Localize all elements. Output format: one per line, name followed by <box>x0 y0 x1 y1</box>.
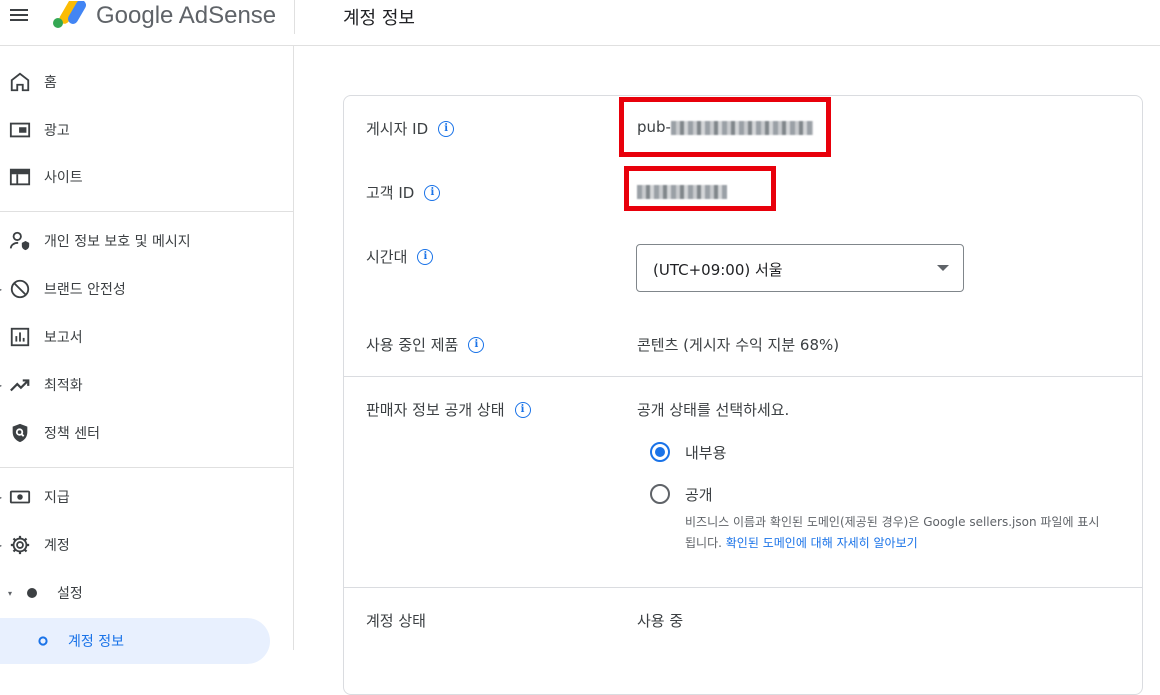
sidebar-item-label: 개인 정보 보호 및 메시지 <box>44 234 191 250</box>
gear-icon <box>8 533 32 557</box>
sidebar-divider <box>0 467 294 468</box>
sidebar-nav: 홈 광고 사이트 개인 정보 보호 및 메시지 ▸ 브랜드 안전성 보고서 ▸ … <box>0 46 294 664</box>
account-info-card: 게시자 ID i pub- 고객 ID i 시간대 i (UTC+09:00) … <box>343 95 1143 695</box>
sidebar-item-settings[interactable]: ▾ 설정 <box>0 573 294 613</box>
info-icon[interactable]: i <box>424 184 441 201</box>
app-name: Google AdSense <box>96 2 277 29</box>
adsense-logo[interactable]: Google AdSense <box>52 0 276 32</box>
radio-internal-label[interactable]: 내부용 <box>685 442 726 463</box>
status-row-label: 계정 상태 <box>366 610 426 631</box>
info-icon[interactable]: i <box>438 120 455 137</box>
learn-more-link[interactable]: 확인된 도메인에 대해 자세히 알아보기 <box>726 536 918 550</box>
sidebar-item-label: 광고 <box>44 123 70 139</box>
sidebar-item-reports[interactable]: 보고서 <box>0 317 294 357</box>
timezone-select[interactable]: (UTC+09:00) 서울 <box>636 244 964 292</box>
sidebar-item-label: 설정 <box>57 586 83 602</box>
payments-icon <box>8 485 32 509</box>
sidebar-item-label: 지급 <box>44 490 70 506</box>
privacy-person-icon <box>8 229 32 253</box>
caret-right-icon: ▸ <box>0 284 3 294</box>
timezone-row-label: 시간대 i <box>366 246 434 267</box>
sidebar-divider <box>0 211 294 212</box>
info-icon[interactable]: i <box>417 248 434 265</box>
top-app-bar: Google AdSense 계정 정보 <box>0 0 1160 46</box>
highlight-box <box>624 166 776 211</box>
radio-public-label[interactable]: 공개 <box>685 484 713 505</box>
caret-right-icon: ▸ <box>0 492 3 502</box>
home-icon <box>8 70 32 94</box>
policy-shield-icon <box>8 421 32 445</box>
page-title: 계정 정보 <box>343 8 415 29</box>
ads-icon <box>8 118 32 142</box>
menu-icon[interactable] <box>10 6 34 26</box>
seller-visibility-prompt: 공개 상태를 선택하세요. <box>637 401 790 419</box>
product-value: 콘텐츠 (게시자 수익 지분 68%) <box>637 336 840 354</box>
sites-icon <box>8 165 32 189</box>
sidebar-item-label: 계정 <box>44 538 70 554</box>
adsense-logo-icon <box>53 1 86 28</box>
public-help-text-block: 비즈니스 이름과 확인된 도메인(제공된 경우)은 Google sellers… <box>685 512 1105 554</box>
seller-visibility-row-label: 판매자 정보 공개 상태 i <box>366 399 531 420</box>
card-divider <box>344 376 1142 377</box>
sidebar-item-label: 계정 정보 <box>68 634 124 650</box>
radio-internal[interactable] <box>650 442 670 462</box>
sidebar-item-sites[interactable]: 사이트 <box>0 157 294 197</box>
sidebar-item-optimization[interactable]: ▸ 최적화 <box>0 365 294 405</box>
sidebar-item-label: 최적화 <box>44 378 83 394</box>
info-icon[interactable]: i <box>468 336 485 353</box>
publisher-id-row-label: 게시자 ID i <box>366 118 455 139</box>
block-icon <box>8 277 32 301</box>
timezone-selected-value: (UTC+09:00) 서울 <box>653 261 783 279</box>
sidebar-item-label: 홈 <box>44 75 57 91</box>
customer-id-label: 고객 ID <box>366 184 415 202</box>
seller-visibility-label: 판매자 정보 공개 상태 <box>366 401 505 419</box>
dot-icon <box>20 581 44 605</box>
sidebar-item-label: 보고서 <box>44 330 83 346</box>
sidebar-item-account-info[interactable]: 계정 정보 <box>0 618 270 664</box>
caret-right-icon: ▸ <box>0 540 3 550</box>
customer-id-row-label: 고객 ID i <box>366 182 441 203</box>
sidebar-item-account[interactable]: ▸ 계정 <box>0 525 294 565</box>
reports-icon <box>8 325 32 349</box>
caret-down-icon: ▾ <box>8 588 13 598</box>
dropdown-arrow-icon <box>937 265 949 271</box>
trending-up-icon <box>8 373 32 397</box>
sidebar-item-payments[interactable]: ▸ 지급 <box>0 477 294 517</box>
sidebar-item-label: 브랜드 안전성 <box>44 282 126 298</box>
sidebar-item-label: 사이트 <box>44 170 83 186</box>
sidebar-item-brand-safety[interactable]: ▸ 브랜드 안전성 <box>0 269 294 309</box>
sidebar-item-label: 정책 센터 <box>44 426 100 442</box>
caret-right-icon: ▸ <box>0 380 3 390</box>
sidebar-item-ads[interactable]: 광고 <box>0 110 294 150</box>
product-row-label: 사용 중인 제품 i <box>366 334 485 355</box>
timezone-label: 시간대 <box>366 248 408 266</box>
publisher-id-label: 게시자 ID <box>366 120 429 138</box>
sidebar-item-home[interactable]: 홈 <box>0 62 294 102</box>
card-divider <box>344 587 1142 588</box>
sidebar-item-privacy[interactable]: 개인 정보 보호 및 메시지 <box>0 221 294 261</box>
highlight-box <box>619 97 831 157</box>
header-divider <box>294 0 295 34</box>
info-icon[interactable]: i <box>514 401 531 418</box>
status-value: 사용 중 <box>637 612 684 630</box>
circle-icon <box>36 634 50 648</box>
status-label: 계정 상태 <box>366 612 426 630</box>
sidebar-item-policy-center[interactable]: 정책 센터 <box>0 413 294 453</box>
product-label: 사용 중인 제품 <box>366 336 459 354</box>
radio-public[interactable] <box>650 484 670 504</box>
